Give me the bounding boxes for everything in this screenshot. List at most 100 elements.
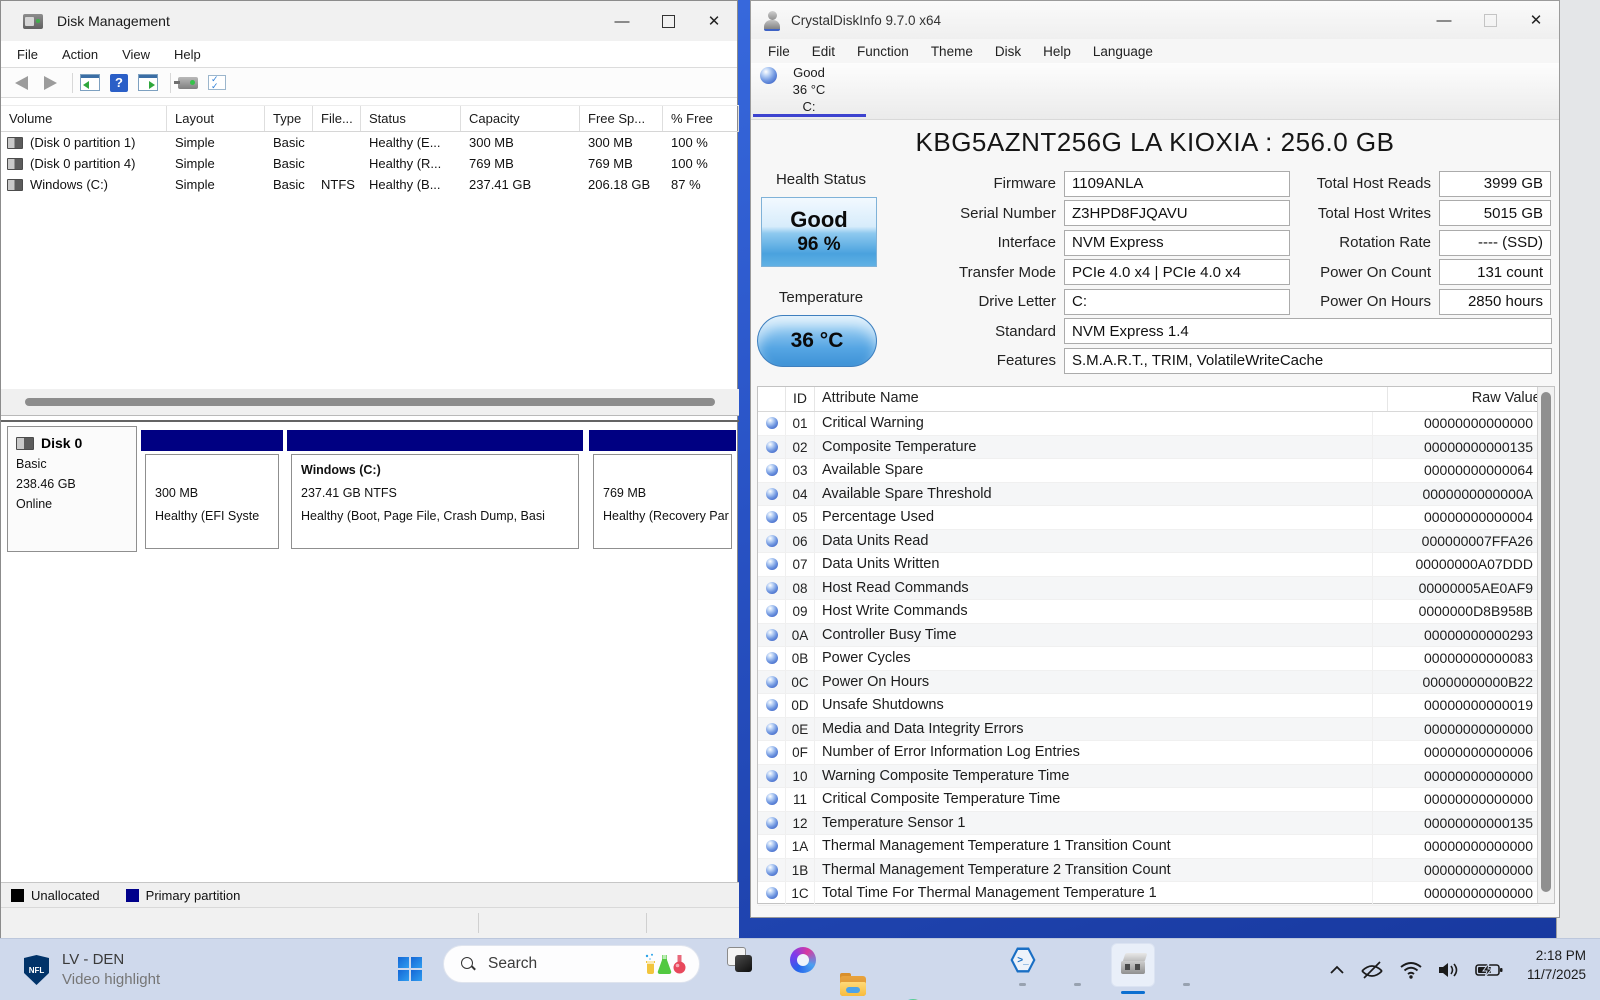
column-header[interactable]: Free Sp...: [580, 106, 663, 131]
pane-splitter[interactable]: [1, 420, 739, 422]
volume-row[interactable]: (Disk 0 partition 1) Simple Basic Health…: [1, 132, 739, 153]
drive-tab[interactable]: Good 36 °C C:: [777, 64, 841, 115]
smart-attribute-row[interactable]: 11 Critical Composite Temperature Time 0…: [758, 788, 1539, 812]
cdi-menu-item[interactable]: File: [757, 44, 801, 59]
start-button[interactable]: [394, 953, 426, 985]
search-box[interactable]: Search: [443, 945, 700, 983]
cdi-menu-item[interactable]: Edit: [801, 44, 846, 59]
smart-attribute-row[interactable]: 03 Available Spare 00000000000064: [758, 459, 1539, 483]
smart-attribute-row[interactable]: 0A Controller Busy Time 00000000000293: [758, 624, 1539, 648]
smart-attribute-row[interactable]: 1B Thermal Management Temperature 2 Tran…: [758, 859, 1539, 883]
cdi-maximize-button: [1467, 0, 1513, 40]
battery-charging-icon[interactable]: [1475, 962, 1503, 978]
dm-menu-item[interactable]: File: [5, 47, 50, 62]
partition2-box[interactable]: Windows (C:) 237.41 GB NTFS Healthy (Boo…: [291, 454, 579, 549]
cdi-minimize-button[interactable]: —: [1421, 0, 1467, 40]
attribute-id: 06: [786, 530, 815, 553]
smart-attribute-row[interactable]: 1C Total Time For Thermal Management Tem…: [758, 882, 1539, 906]
smart-attribute-row[interactable]: 0E Media and Data Integrity Errors 00000…: [758, 718, 1539, 742]
smart-attribute-row[interactable]: 02 Composite Temperature 00000000000135: [758, 436, 1539, 460]
column-header[interactable]: Volume: [1, 106, 167, 131]
toolbar-properties-button[interactable]: ✓✓: [205, 71, 229, 95]
volume-icon[interactable]: [1437, 961, 1461, 979]
health-status-button[interactable]: Good 96 %: [761, 197, 877, 267]
temperature-button[interactable]: 36 °C: [757, 315, 877, 367]
toolbar-help-button[interactable]: ?: [107, 71, 131, 95]
smart-attribute-row[interactable]: 09 Host Write Commands 0000000D8B958B: [758, 600, 1539, 624]
dm-maximize-button[interactable]: [645, 1, 691, 41]
toolbar-console-tree-button[interactable]: [78, 71, 102, 95]
smart-attribute-row[interactable]: 0C Power On Hours 00000000000B22: [758, 671, 1539, 695]
attribute-status-orb-icon: [766, 441, 778, 453]
smart-attribute-row[interactable]: 12 Temperature Sensor 1 00000000000135: [758, 812, 1539, 836]
smart-attribute-row[interactable]: 10 Warning Composite Temperature Time 00…: [758, 765, 1539, 789]
smart-attribute-row[interactable]: 0D Unsafe Shutdowns 00000000000019: [758, 694, 1539, 718]
crystaldiskinfo-taskbar-button[interactable]: [1111, 943, 1155, 987]
cdi-menu-item[interactable]: Disk: [984, 44, 1032, 59]
vertical-scrollbar[interactable]: [1537, 387, 1554, 903]
cdi-menu-item[interactable]: Help: [1032, 44, 1082, 59]
smart-attribute-row[interactable]: 0F Number of Error Information Log Entri…: [758, 741, 1539, 765]
volume-row[interactable]: (Disk 0 partition 4) Simple Basic Health…: [1, 153, 739, 174]
widget-title: LV - DEN: [62, 950, 160, 970]
dm-minimize-button[interactable]: —: [599, 1, 645, 41]
widgets-button[interactable]: NFL LV - DEN Video highlight: [24, 947, 160, 993]
copilot-button[interactable]: [790, 947, 816, 973]
toolbar-action-pane-button[interactable]: [136, 71, 160, 95]
toolbar-disk-tool-button[interactable]: [176, 71, 200, 95]
smart-attribute-row[interactable]: 05 Percentage Used 00000000000004: [758, 506, 1539, 530]
disk-icon: [16, 437, 34, 450]
cdi-close-button[interactable]: ✕: [1513, 0, 1559, 40]
privacy-eye-off-icon[interactable]: [1359, 960, 1385, 980]
volume-row[interactable]: Windows (C:) Simple Basic NTFS Healthy (…: [1, 174, 739, 195]
dm-menu-item[interactable]: Action: [50, 47, 110, 62]
disk0-label-box[interactable]: Disk 0 Basic 238.46 GB Online: [7, 426, 137, 552]
attribute-status-orb-icon: [766, 629, 778, 641]
partition-status: Healthy (EFI Syste: [155, 505, 278, 528]
info-label: Drive Letter: [911, 293, 1064, 310]
volume-name: (Disk 0 partition 4): [30, 156, 135, 171]
powershell-icon: >_: [1010, 947, 1036, 973]
partition-size: 300 MB: [155, 482, 278, 505]
partition1-box[interactable]: 300 MB Healthy (EFI Syste: [145, 454, 279, 549]
toolbar-forward-button[interactable]: [38, 71, 62, 95]
toolbar-back-button[interactable]: [9, 71, 33, 95]
file-explorer-button[interactable]: [840, 973, 866, 999]
dm-close-button[interactable]: ✕: [691, 1, 737, 41]
tray-chevron-up-icon[interactable]: [1329, 965, 1345, 975]
column-header[interactable]: Layout: [167, 106, 265, 131]
wifi-icon[interactable]: [1399, 961, 1423, 979]
vertical-scrollbar-thumb[interactable]: [1541, 392, 1551, 892]
attribute-raw-value: 00000000000083: [1373, 650, 1539, 666]
taskbar-clock[interactable]: 2:18 PM 11/7/2025: [1500, 946, 1586, 984]
attribute-id: 05: [786, 506, 815, 529]
column-header[interactable]: Capacity: [461, 106, 580, 131]
cdi-menu-item[interactable]: Theme: [920, 44, 984, 59]
primary-partition-swatch: [126, 889, 139, 902]
task-view-button[interactable]: [727, 947, 753, 973]
column-header[interactable]: % Free: [663, 106, 739, 131]
volume-capacity: 237.41 GB: [461, 177, 580, 192]
smart-attribute-row[interactable]: 0B Power Cycles 00000000000083: [758, 647, 1539, 671]
column-header[interactable]: Type: [265, 106, 313, 131]
smart-attribute-row[interactable]: 08 Host Read Commands 00000005AE0AF9: [758, 577, 1539, 601]
cdi-menu-item[interactable]: Language: [1082, 44, 1164, 59]
smart-attribute-row[interactable]: 1A Thermal Management Temperature 1 Tran…: [758, 835, 1539, 859]
attribute-status-orb-icon: [766, 770, 778, 782]
horizontal-scrollbar-thumb[interactable]: [25, 398, 715, 406]
volume-icon: [7, 179, 23, 191]
dm-menu-item[interactable]: View: [110, 47, 162, 62]
smart-attribute-row[interactable]: 07 Data Units Written 00000000A07DDD: [758, 553, 1539, 577]
horizontal-scrollbar[interactable]: [1, 389, 739, 415]
powershell-button[interactable]: >_: [1010, 947, 1036, 973]
smart-attribute-row[interactable]: 01 Critical Warning 00000000000000: [758, 412, 1539, 436]
column-header[interactable]: File...: [313, 106, 361, 131]
dm-menu-item[interactable]: Help: [162, 47, 213, 62]
volume-list-header: VolumeLayoutTypeFile...StatusCapacityFre…: [1, 105, 739, 132]
cdi-menu-item[interactable]: Function: [846, 44, 920, 59]
partition3-box[interactable]: 769 MB Healthy (Recovery Par: [593, 454, 732, 549]
smart-attribute-row[interactable]: 06 Data Units Read 000000007FFA26: [758, 530, 1539, 554]
smart-attribute-row[interactable]: 04 Available Spare Threshold 00000000000…: [758, 483, 1539, 507]
attribute-name: Controller Busy Time: [815, 624, 1373, 647]
column-header[interactable]: Status: [361, 106, 461, 131]
